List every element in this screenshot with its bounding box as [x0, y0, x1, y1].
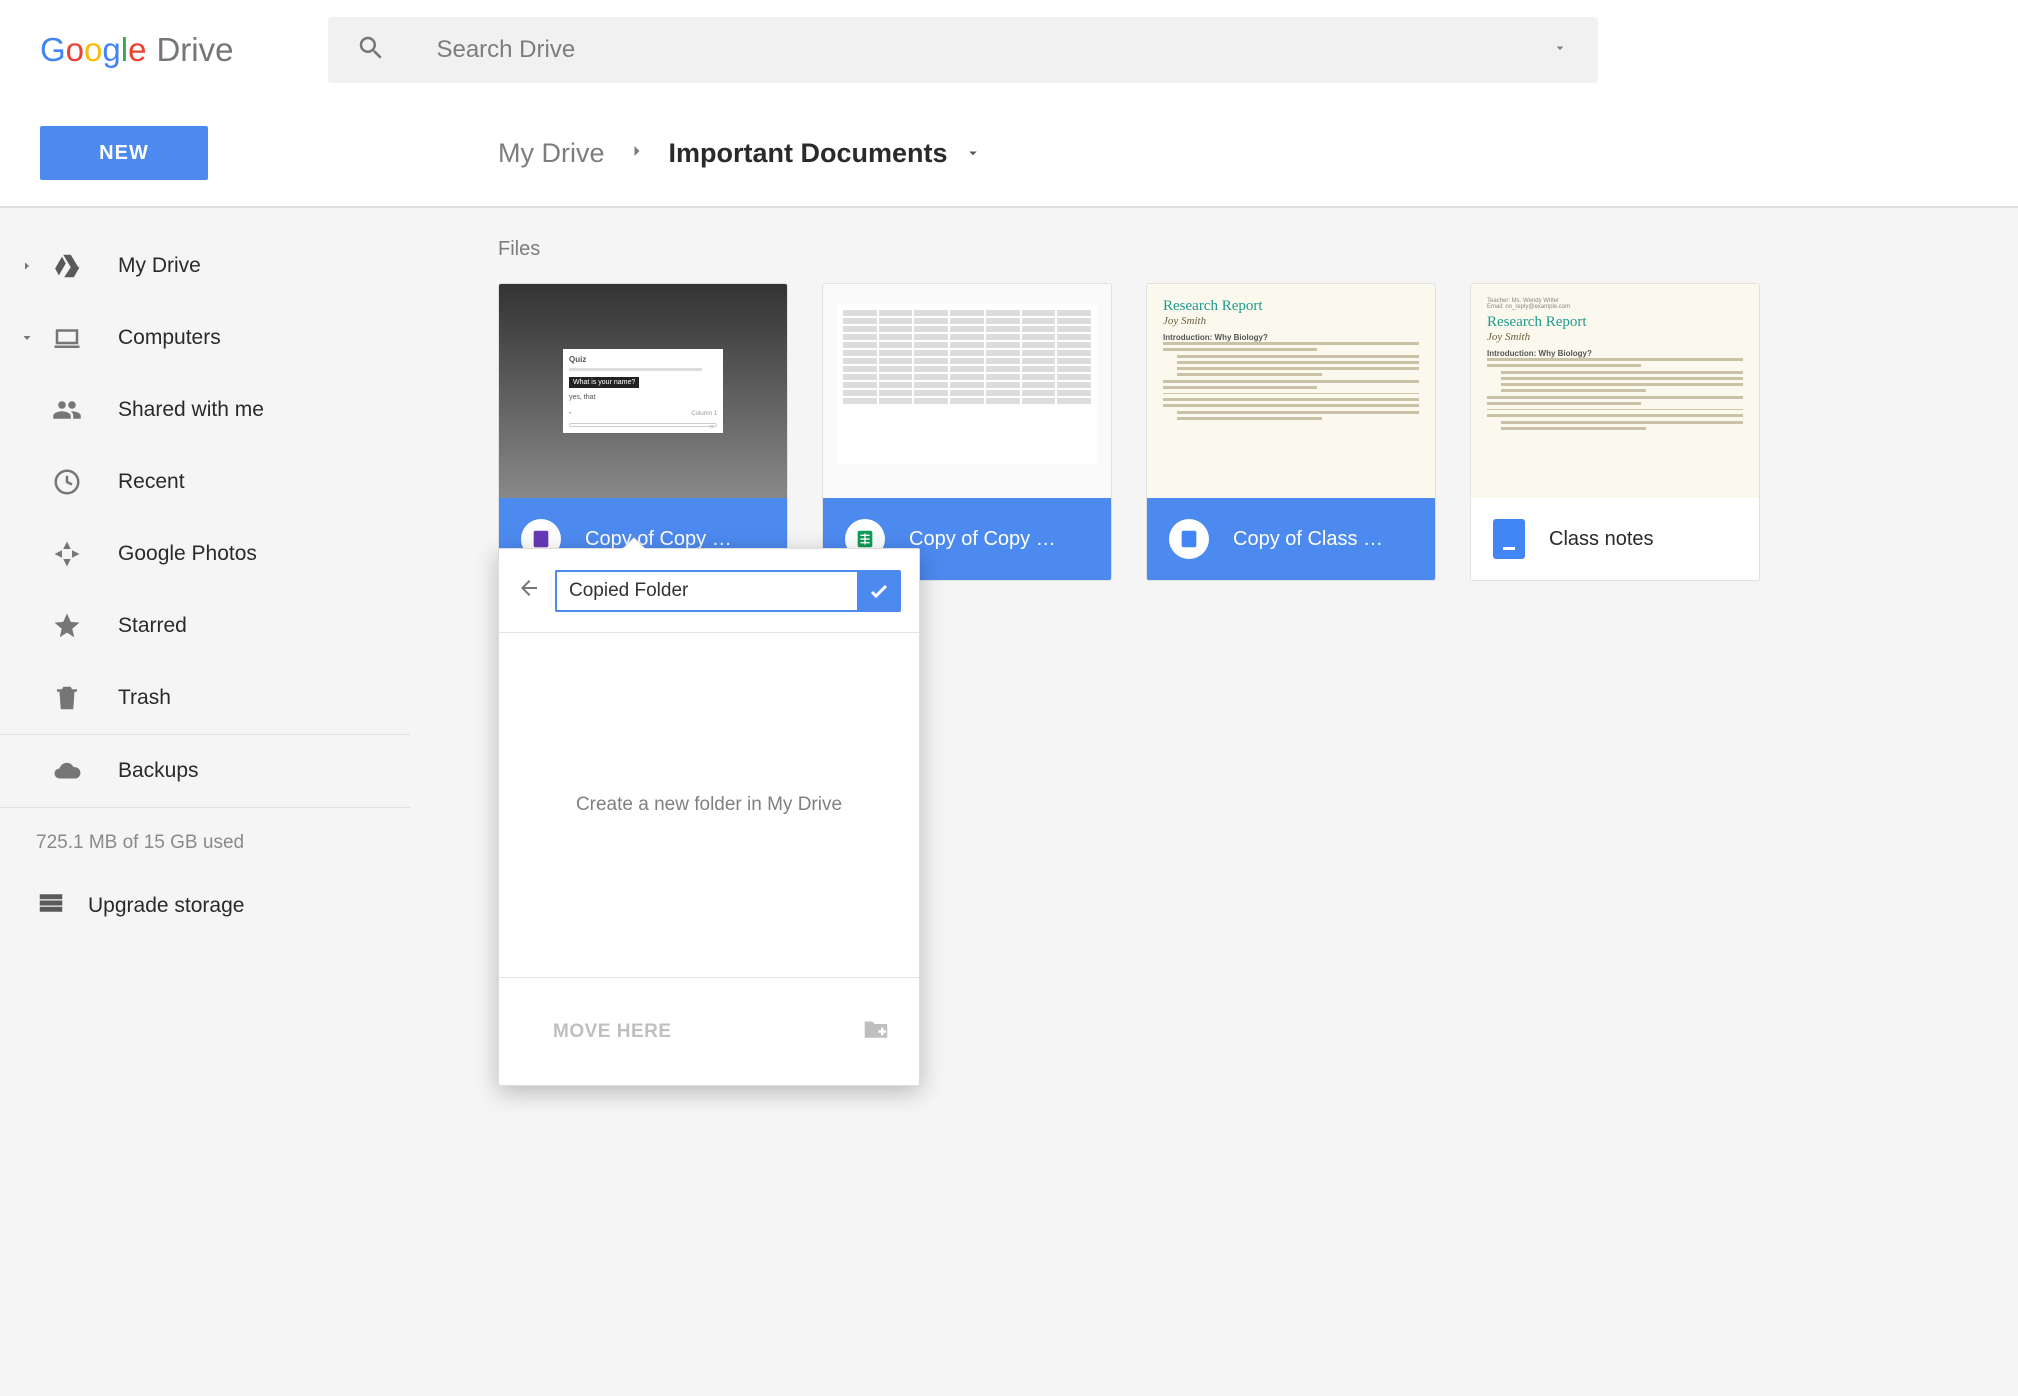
- file-thumbnail: Research Report Joy Smith Introduction: …: [1147, 284, 1435, 498]
- file-thumbnail: Teacher: Ms. Wendy WriterEmail: no_reply…: [1471, 284, 1759, 498]
- file-card[interactable]: Teacher: Ms. Wendy WriterEmail: no_reply…: [1470, 283, 1760, 581]
- sidebar: My Drive Computers: [0, 208, 490, 1396]
- file-name: Copy of Class …: [1233, 528, 1383, 551]
- file-card[interactable]: Quiz What is your name? yes, that •Colum…: [498, 283, 788, 581]
- logo-product-name: Drive: [156, 31, 233, 69]
- docs-app-icon: [1169, 519, 1209, 559]
- quiz-answer: yes, that: [569, 394, 717, 401]
- file-thumbnail: Quiz What is your name? yes, that •Colum…: [499, 284, 787, 498]
- breadcrumb-current[interactable]: Important Documents: [669, 138, 982, 169]
- move-to-popover: Create a new folder in My Drive MOVE HER…: [498, 548, 920, 1086]
- file-name: Copy of Copy …: [909, 528, 1056, 551]
- sidebar-item-trash[interactable]: Trash: [0, 662, 410, 734]
- upgrade-storage-label: Upgrade storage: [88, 894, 244, 918]
- docs-app-icon: [1493, 519, 1525, 559]
- file-card[interactable]: Copy of Copy …: [822, 283, 1112, 581]
- search-icon[interactable]: [356, 33, 386, 68]
- folder-name-input[interactable]: [555, 570, 857, 612]
- chevron-right-icon: [605, 141, 669, 166]
- popover-footer: MOVE HERE: [499, 977, 919, 1085]
- breadcrumb-root[interactable]: My Drive: [498, 138, 605, 169]
- breadcrumb-current-label: Important Documents: [669, 138, 948, 169]
- search-input[interactable]: [436, 36, 1570, 64]
- search-options-caret-icon[interactable]: [1552, 40, 1568, 61]
- sidebar-item-recent[interactable]: Recent: [0, 446, 410, 518]
- confirm-button[interactable]: [857, 570, 901, 612]
- new-button[interactable]: NEW: [40, 126, 208, 180]
- files-heading: Files: [498, 238, 2018, 261]
- new-button-area: NEW: [0, 100, 490, 208]
- app-header: Google Drive: [0, 0, 2018, 100]
- upgrade-storage-link[interactable]: Upgrade storage: [36, 888, 490, 923]
- people-icon: [40, 395, 94, 425]
- drive-icon: [40, 251, 94, 281]
- quiz-heading: Quiz: [569, 355, 717, 364]
- sidebar-item-label: Shared with me: [118, 398, 264, 422]
- file-thumbnail: [823, 284, 1111, 498]
- back-arrow-icon[interactable]: [517, 576, 541, 605]
- new-folder-icon[interactable]: [861, 1014, 891, 1049]
- search-bar[interactable]: [328, 17, 1598, 83]
- files-area: Files Quiz What is your name? yes, that: [490, 208, 2018, 1396]
- sidebar-item-label: Trash: [118, 686, 171, 710]
- sidebar-item-label: Google Photos: [118, 542, 257, 566]
- photos-icon: [40, 539, 94, 569]
- sidebar-item-computers[interactable]: Computers: [0, 302, 410, 374]
- content-area: My Drive Important Documents Files Quiz: [490, 100, 2018, 1396]
- sidebar-item-backups[interactable]: Backups: [0, 735, 410, 807]
- sidebar-item-label: Computers: [118, 326, 221, 350]
- storage-section: 725.1 MB of 15 GB used Upgrade storage: [0, 808, 490, 923]
- popover-body-text: Create a new folder in My Drive: [576, 794, 842, 816]
- popover-header: [499, 549, 919, 633]
- quiz-question: What is your name?: [569, 377, 639, 388]
- expand-collapsed-icon[interactable]: [14, 260, 40, 272]
- report-section: Introduction: Why Biology?: [1163, 333, 1419, 342]
- sidebar-item-label: Starred: [118, 614, 187, 638]
- storage-usage-text: 725.1 MB of 15 GB used: [36, 832, 490, 854]
- report-author: Joy Smith: [1487, 331, 1743, 343]
- report-section: Introduction: Why Biology?: [1487, 349, 1743, 358]
- breadcrumb: My Drive Important Documents: [490, 100, 2018, 208]
- file-footer: Class notes: [1471, 498, 1759, 580]
- popover-body: Create a new folder in My Drive: [499, 633, 919, 977]
- sidebar-item-shared[interactable]: Shared with me: [0, 374, 410, 446]
- storage-icon: [36, 888, 66, 923]
- clock-icon: [40, 467, 94, 497]
- trash-icon: [40, 683, 94, 713]
- star-icon: [40, 611, 94, 641]
- report-title: Research Report: [1163, 298, 1419, 315]
- devices-icon: [40, 323, 94, 353]
- report-title: Research Report: [1487, 314, 1743, 331]
- report-author: Joy Smith: [1163, 315, 1419, 327]
- sidebar-item-photos[interactable]: Google Photos: [0, 518, 410, 590]
- move-here-button[interactable]: MOVE HERE: [553, 1021, 672, 1043]
- file-footer: Copy of Class …: [1147, 498, 1435, 580]
- file-card[interactable]: Research Report Joy Smith Introduction: …: [1146, 283, 1436, 581]
- file-name: Class notes: [1549, 528, 1654, 551]
- app-logo[interactable]: Google Drive: [40, 31, 233, 69]
- sidebar-item-starred[interactable]: Starred: [0, 590, 410, 662]
- caret-down-icon: [964, 144, 982, 162]
- sidebar-item-my-drive[interactable]: My Drive: [0, 230, 410, 302]
- new-button-label: NEW: [99, 142, 149, 165]
- expand-expanded-icon[interactable]: [14, 332, 40, 344]
- sidebar-item-label: Recent: [118, 470, 185, 494]
- sidebar-item-label: Backups: [118, 759, 199, 783]
- cloud-icon: [40, 756, 94, 786]
- file-grid: Quiz What is your name? yes, that •Colum…: [498, 283, 2018, 581]
- sidebar-item-label: My Drive: [118, 254, 201, 278]
- left-column: NEW My Drive: [0, 100, 490, 1396]
